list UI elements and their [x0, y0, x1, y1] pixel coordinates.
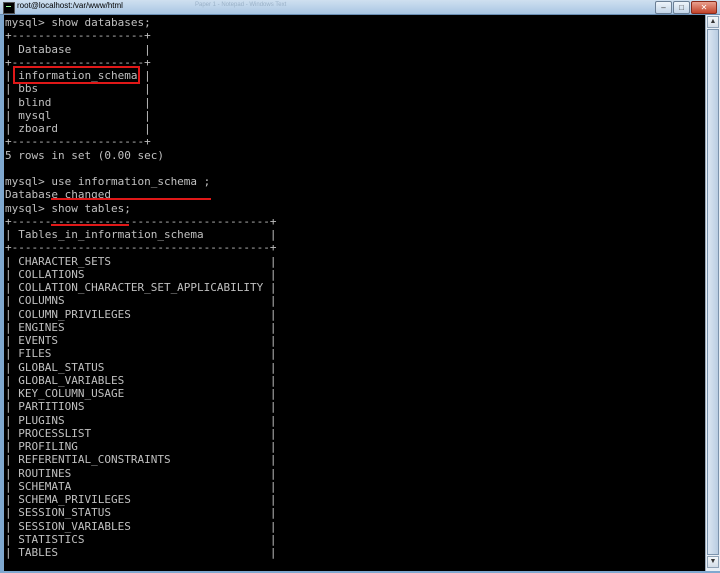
terminal-lines: mysql> show databases; +-----------------… [5, 16, 277, 559]
terminal-line: | CHARACTER_SETS | [5, 254, 277, 268]
terminal-line: | Database | [5, 42, 151, 56]
terminal-line: | COLLATIONS | [5, 267, 277, 281]
terminal-line: mysql> use information_schema ; [5, 175, 211, 188]
terminal-line: | COLUMN_PRIVILEGES | [5, 307, 277, 321]
scrollbar-thumb[interactable] [707, 29, 719, 555]
highlight-information-schema-box [13, 66, 140, 84]
terminal-line: | zboard | [5, 122, 151, 135]
title-bar[interactable]: root@localhost:/var/www/html Paper 1 - N… [0, 0, 720, 15]
vertical-scrollbar[interactable]: ▲ ▼ [705, 15, 720, 571]
scroll-up-arrow-icon[interactable]: ▲ [707, 16, 719, 28]
terminal-line: | PROFILING | [5, 440, 277, 453]
terminal-line: | FILES | [5, 347, 277, 361]
terminal-line: | PLUGINS | [5, 413, 277, 427]
terminal-output[interactable]: mysql> show databases; +-----------------… [4, 15, 705, 571]
terminal-line: | EVENTS | [5, 334, 277, 347]
terminal-line: | SCHEMA_PRIVILEGES | [5, 493, 277, 506]
terminal-line: | SESSION_STATUS | [5, 506, 277, 520]
terminal-line: +--------------------+ [5, 29, 151, 43]
scroll-down-arrow-icon[interactable]: ▼ [707, 556, 719, 568]
highlight-use-command-underline [51, 198, 211, 200]
window-controls: – □ ✕ [654, 1, 717, 14]
terminal-line: | SESSION_VARIABLES | [5, 519, 277, 533]
maximize-button[interactable]: □ [673, 1, 690, 14]
terminal-line: mysql> show databases; [5, 16, 151, 29]
terminal-line: | bbs | [5, 82, 151, 96]
terminal-line: +---------------------------------------… [5, 214, 277, 228]
terminal-line: | PARTITIONS | [5, 400, 277, 414]
terminal-line: | ENGINES | [5, 320, 277, 334]
terminal-line: 5 rows in set (0.00 sec) [5, 148, 164, 162]
terminal-line: | ROUTINES | [5, 466, 277, 480]
highlight-show-tables-underline [51, 224, 129, 226]
terminal-line: +--------------------+ [5, 135, 151, 149]
close-button[interactable]: ✕ [691, 1, 717, 14]
terminal-line: | TABLES | [5, 546, 277, 559]
terminal-line: | GLOBAL_VARIABLES | [5, 373, 277, 387]
terminal-line: | COLUMNS | [5, 294, 277, 308]
terminal-app-icon [3, 2, 15, 14]
minimize-button[interactable]: – [655, 1, 672, 14]
terminal-window: root@localhost:/var/www/html Paper 1 - N… [0, 0, 720, 573]
terminal-line: | blind | [5, 95, 151, 109]
terminal-line: | GLOBAL_STATUS | [5, 360, 277, 374]
terminal-line: | mysql | [5, 108, 151, 122]
window-title: root@localhost:/var/www/html [17, 1, 123, 10]
background-window-title: Paper 1 - Notepad - Windows Text [195, 2, 287, 8]
terminal-line: | SCHEMATA | [5, 479, 277, 493]
terminal-line: mysql> show tables; [5, 201, 131, 215]
terminal-line: | REFERENTIAL_CONSTRAINTS | [5, 453, 277, 467]
terminal-line: | PROCESSLIST | [5, 426, 277, 440]
terminal-line: | KEY_COLUMN_USAGE | [5, 387, 277, 400]
terminal-line: | Tables_in_information_schema | [5, 228, 277, 241]
terminal-line: +---------------------------------------… [5, 241, 277, 255]
terminal-line: | COLLATION_CHARACTER_SET_APPLICABILITY … [5, 281, 277, 294]
terminal-line: | STATISTICS | [5, 532, 277, 546]
